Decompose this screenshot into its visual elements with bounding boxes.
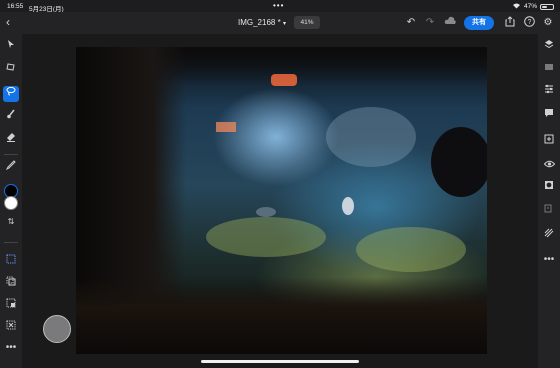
image-region [356, 227, 466, 272]
share-button[interactable]: 共有 [464, 16, 494, 30]
gear-icon[interactable]: ⚙ [541, 16, 555, 30]
invert-selection-icon[interactable] [3, 298, 19, 314]
document-image[interactable] [76, 47, 487, 354]
image-region [136, 47, 487, 85]
cloud-icon[interactable] [443, 16, 457, 30]
comment-icon[interactable] [541, 108, 557, 124]
deselect-icon[interactable] [3, 320, 19, 336]
touch-modifier-button[interactable] [43, 315, 71, 343]
battery-percent: 47% [523, 3, 537, 10]
layer-properties-icon[interactable] [541, 62, 557, 78]
mask-icon[interactable] [541, 180, 557, 196]
tool-divider [4, 242, 18, 243]
undo-icon[interactable]: ↶ [404, 16, 418, 30]
move-tool[interactable] [3, 39, 19, 55]
status-bar: 16:55 5月23日(月) ••• 47% [0, 0, 560, 13]
zoom-level[interactable]: 41% [294, 16, 320, 29]
sliders-icon[interactable] [541, 84, 557, 100]
right-toolbar: ••• [538, 34, 560, 368]
more-icon[interactable]: ••• [541, 252, 557, 268]
eraser-tool[interactable] [3, 132, 19, 148]
eyedropper-tool[interactable] [3, 160, 19, 176]
background-color-swatch[interactable] [4, 196, 18, 210]
image-region [216, 122, 236, 132]
layer-style-icon[interactable] [541, 204, 557, 220]
eye-icon[interactable] [541, 158, 557, 174]
battery-icon [540, 3, 554, 10]
image-region [76, 277, 487, 354]
select-layer-icon[interactable] [3, 276, 19, 292]
export-icon[interactable] [503, 16, 517, 30]
home-indicator[interactable] [201, 360, 359, 363]
select-subject-icon[interactable] [3, 254, 19, 270]
image-region [326, 107, 416, 167]
image-region [271, 74, 297, 86]
status-right: 47% [512, 2, 554, 11]
transform-tool[interactable] [3, 62, 19, 78]
status-time: 16:55 [7, 3, 24, 10]
more-tools-icon[interactable]: ••• [3, 340, 19, 356]
add-layer-icon[interactable] [541, 134, 557, 150]
brush-tool[interactable] [3, 109, 19, 125]
image-region [431, 127, 487, 197]
image-region [256, 207, 276, 217]
chevron-left-icon[interactable]: ‹ [6, 15, 10, 29]
chevron-down-icon[interactable]: ▾ [283, 21, 286, 27]
top-toolbar: ‹ IMG_2168 * ▾ 41% ↶ ↷ 共有 ? ⚙ [0, 12, 560, 34]
brush-settings-icon[interactable] [541, 228, 557, 244]
tool-divider [4, 154, 18, 155]
image-region [206, 217, 326, 257]
svg-text:?: ? [527, 19, 531, 26]
document-title[interactable]: IMG_2168 * ▾ [238, 18, 286, 27]
left-toolbar: ⇅ ••• [0, 34, 22, 368]
document-title-text: IMG_2168 * [238, 18, 281, 27]
wifi-icon [512, 2, 521, 11]
layers-icon[interactable] [541, 39, 557, 55]
swap-colors-icon[interactable]: ⇅ [3, 214, 19, 230]
multitasking-dots-icon[interactable]: ••• [273, 1, 284, 10]
lasso-tool[interactable] [3, 86, 19, 102]
help-icon[interactable]: ? [522, 16, 536, 30]
redo-icon[interactable]: ↷ [423, 16, 437, 30]
image-region [342, 197, 354, 215]
